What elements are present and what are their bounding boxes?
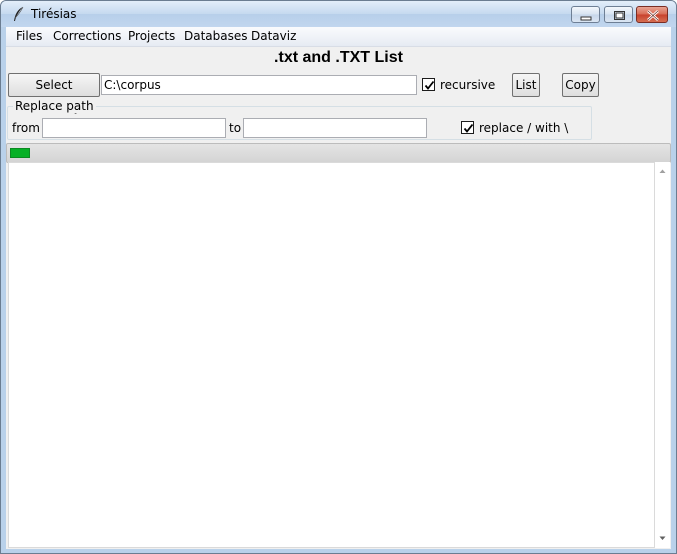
page-title: .txt and .TXT List xyxy=(274,49,403,66)
select-directory-button[interactable]: Select directory xyxy=(8,73,100,114)
menu-dataviz[interactable]: Dataviz xyxy=(251,29,296,43)
output-text-area[interactable] xyxy=(8,162,655,548)
checkmark-icon xyxy=(424,80,435,90)
scroll-down-arrow-icon[interactable] xyxy=(655,531,670,546)
progress-bar xyxy=(6,143,671,163)
checkmark-icon xyxy=(463,123,474,133)
client-area: Files Corrections Projects Databases Dat… xyxy=(6,27,671,549)
app-window: Tirésias Files Corrections Projects Data… xyxy=(0,0,677,554)
to-input[interactable] xyxy=(243,118,427,138)
minimize-icon xyxy=(580,16,592,21)
minimize-button[interactable] xyxy=(571,6,600,23)
list-button[interactable]: List xyxy=(512,73,540,97)
maximize-button[interactable] xyxy=(604,6,633,23)
copy-button[interactable]: Copy xyxy=(562,73,599,97)
title-bar[interactable]: Tirésias xyxy=(1,1,676,27)
from-input[interactable] xyxy=(42,118,226,138)
menu-projects[interactable]: Projects xyxy=(128,29,175,43)
directory-input[interactable]: C:\corpus xyxy=(101,75,417,95)
quill-icon xyxy=(11,6,25,22)
window-title: Tirésias xyxy=(31,7,77,21)
menu-corrections[interactable]: Corrections xyxy=(53,29,121,43)
menu-databases[interactable]: Databases xyxy=(184,29,248,43)
menu-files[interactable]: Files xyxy=(16,29,42,43)
close-icon xyxy=(647,10,659,21)
replace-slash-label: replace / with \ xyxy=(479,121,569,135)
maximize-icon xyxy=(614,11,625,20)
vertical-scrollbar[interactable] xyxy=(655,162,670,548)
from-label: from xyxy=(12,121,40,135)
progress-fill xyxy=(10,148,30,158)
close-button[interactable] xyxy=(636,6,668,23)
recursive-label: recursive xyxy=(440,78,496,92)
menu-bar: Files Corrections Projects Databases Dat… xyxy=(6,27,671,47)
replace-path-legend: Replace path xyxy=(13,99,96,113)
recursive-checkbox[interactable] xyxy=(422,78,435,91)
scroll-up-arrow-icon[interactable] xyxy=(655,164,670,179)
to-label: to xyxy=(229,121,242,135)
replace-slash-checkbox[interactable] xyxy=(461,121,474,134)
